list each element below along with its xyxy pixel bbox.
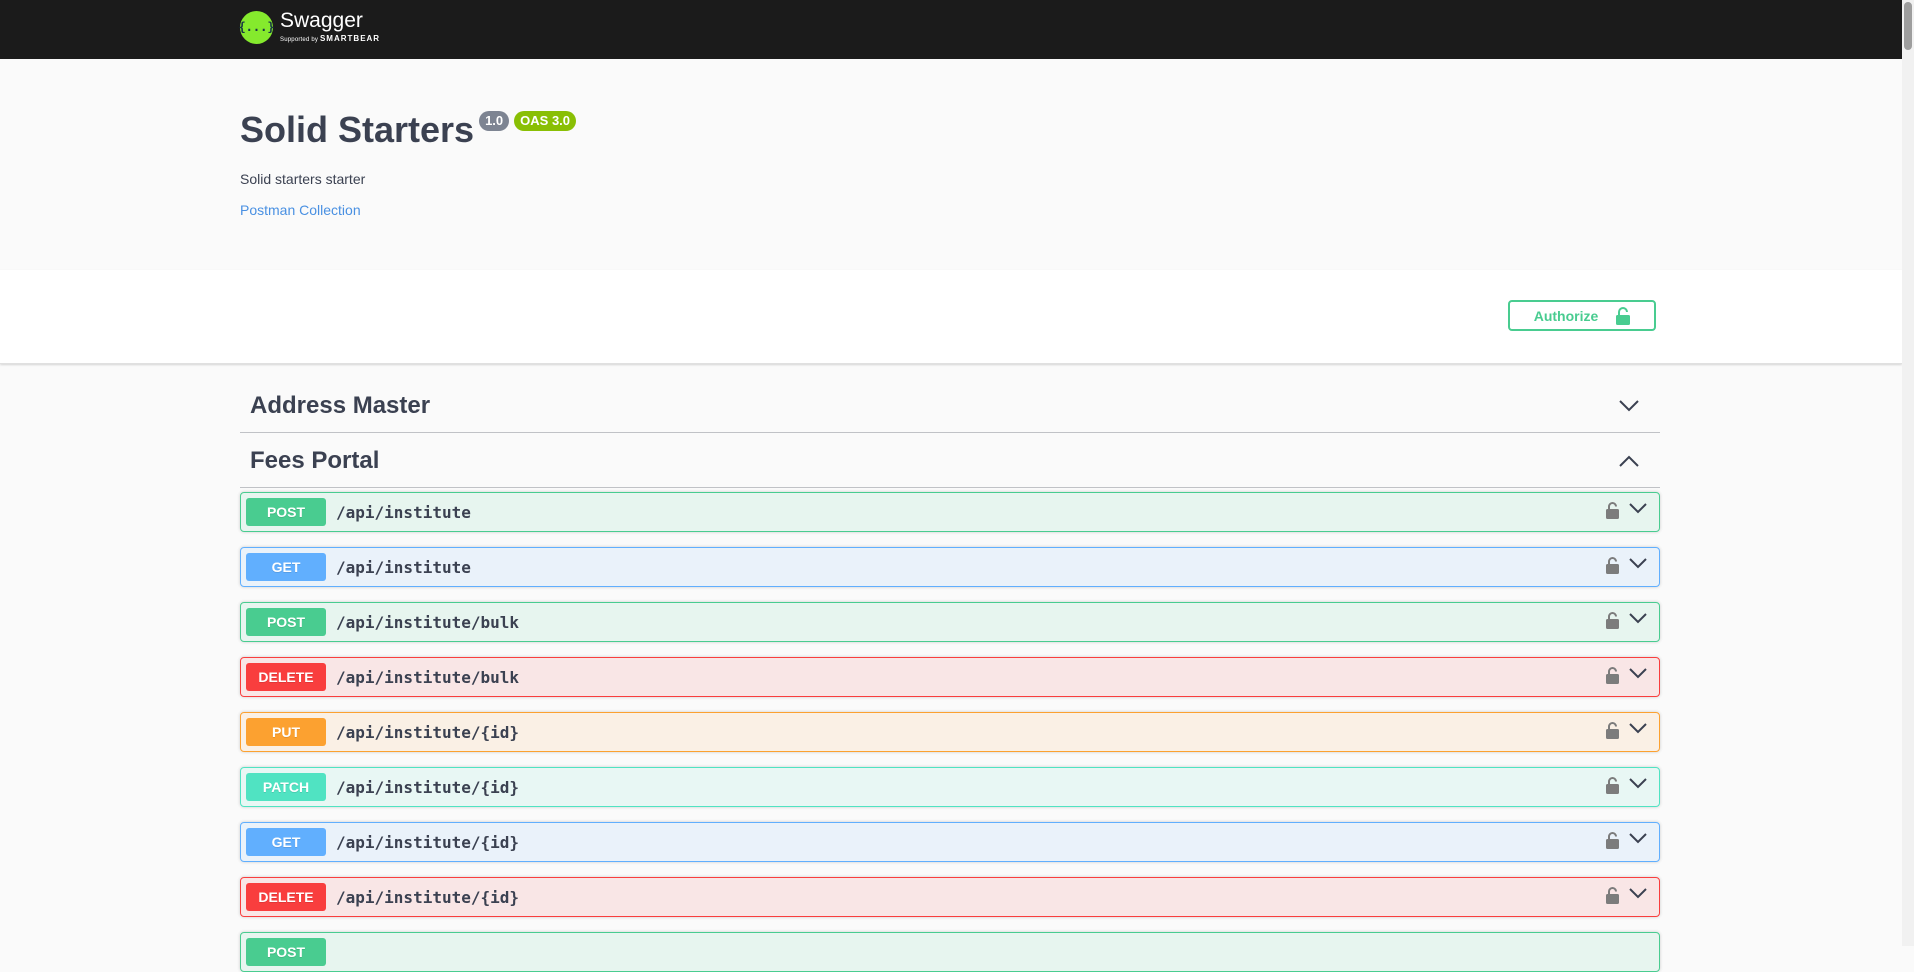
operation-icons: [1606, 501, 1647, 519]
operation-path: /api/institute: [336, 502, 471, 522]
version-badge: 1.0: [479, 111, 510, 131]
authorize-label: Authorize: [1533, 307, 1599, 324]
lock-icon[interactable]: [1606, 776, 1619, 794]
chevron-down-icon[interactable]: [1629, 831, 1647, 849]
swagger-logo-icon: {...}: [238, 10, 275, 44]
method-badge: GET: [246, 828, 326, 856]
operation-path: /api/institute/bulk: [336, 667, 520, 687]
method-badge: POST: [246, 938, 326, 966]
operations-list: Address Master Fees Portal POST /api/ins…: [240, 379, 1660, 972]
operation-icons: [1606, 611, 1647, 629]
method-badge: PATCH: [246, 773, 326, 801]
chevron-down-icon[interactable]: [1629, 501, 1647, 519]
lock-icon[interactable]: [1606, 886, 1619, 904]
operation-icons: [1606, 831, 1647, 849]
top-bar: {...} Swagger Supported by SMARTBEAR: [0, 0, 1902, 59]
method-badge: PUT: [246, 718, 326, 746]
operation-icons: [1606, 666, 1647, 684]
method-badge: DELETE: [246, 883, 326, 911]
lock-icon[interactable]: [1606, 721, 1619, 739]
api-info: Solid Starters 1.0 OAS 3.0 Solid starter…: [0, 59, 1902, 270]
method-badge: GET: [246, 553, 326, 581]
chevron-down-icon[interactable]: [1629, 666, 1647, 684]
lock-icon[interactable]: [1606, 501, 1619, 519]
logo-name: Swagger: [280, 9, 363, 32]
operation-path: /api/institute/{id}: [336, 832, 520, 852]
operation-path: /api/institute/{id}: [336, 777, 520, 797]
page-title: Solid Starters: [240, 109, 475, 150]
oas-badge: OAS 3.0: [514, 111, 577, 131]
operation-row[interactable]: POST: [240, 932, 1660, 972]
fees-portal-operations: POST /api/institute GET /api/institute P…: [240, 492, 1660, 972]
swagger-logo[interactable]: {...} Swagger Supported by SMARTBEAR: [238, 10, 380, 44]
operation-path: /api/institute/bulk: [336, 612, 520, 632]
operation-path: /api/institute/{id}: [336, 887, 520, 907]
chevron-down-icon[interactable]: [1629, 556, 1647, 574]
operation-row[interactable]: GET /api/institute: [240, 547, 1660, 587]
chevron-down-icon[interactable]: [1629, 721, 1647, 739]
lock-icon[interactable]: [1606, 611, 1619, 629]
chevron-down-icon[interactable]: [1629, 776, 1647, 794]
operation-row[interactable]: POST /api/institute/bulk: [240, 602, 1660, 642]
operation-row[interactable]: DELETE /api/institute/{id}: [240, 877, 1660, 917]
logo-subtitle: Supported by SMARTBEAR: [280, 35, 380, 44]
operation-icons: [1606, 556, 1647, 574]
chevron-down-icon[interactable]: [1629, 886, 1647, 904]
tag-title: Fees Portal: [250, 446, 380, 474]
tag-title: Address Master: [250, 391, 431, 419]
operation-path: /api/institute/{id}: [336, 722, 520, 742]
logo-sub-prefix: Supported by: [280, 37, 319, 43]
api-description: Solid starters starter: [240, 171, 366, 187]
authorize-button[interactable]: Authorize: [1508, 300, 1656, 331]
operation-row[interactable]: GET /api/institute/{id}: [240, 822, 1660, 862]
operation-icons: [1606, 886, 1647, 904]
operation-icons: [1606, 776, 1647, 794]
operation-path: /api/institute: [336, 557, 471, 577]
operation-row[interactable]: PUT /api/institute/{id}: [240, 712, 1660, 752]
logo-text: Swagger Supported by SMARTBEAR: [280, 10, 380, 44]
scheme-container: Authorize: [0, 270, 1902, 364]
operation-row[interactable]: POST /api/institute: [240, 492, 1660, 532]
tag-address-master[interactable]: Address Master: [240, 379, 1660, 433]
logo-sub-brand: SMARTBEAR: [319, 34, 381, 43]
page-scrollbar[interactable]: [1902, 0, 1914, 946]
tag-fees-portal[interactable]: Fees Portal: [240, 434, 1660, 488]
operation-icons: [1606, 721, 1647, 739]
method-badge: POST: [246, 498, 326, 526]
method-badge: DELETE: [246, 663, 326, 691]
method-badge: POST: [246, 608, 326, 636]
chevron-down-icon[interactable]: [1629, 611, 1647, 629]
chevron-down-icon[interactable]: [1619, 399, 1639, 412]
scrollbar-thumb[interactable]: [1904, 2, 1912, 50]
operation-row[interactable]: DELETE /api/institute/bulk: [240, 657, 1660, 697]
lock-icon[interactable]: [1606, 831, 1619, 849]
lock-icon[interactable]: [1606, 666, 1619, 684]
title-row: Solid Starters 1.0 OAS 3.0: [240, 109, 577, 151]
lock-icon[interactable]: [1606, 556, 1619, 574]
unlocked-lock-icon: [1616, 306, 1631, 325]
chevron-up-icon[interactable]: [1619, 455, 1639, 467]
postman-collection-link[interactable]: Postman Collection: [240, 202, 361, 218]
operation-row[interactable]: PATCH /api/institute/{id}: [240, 767, 1660, 807]
